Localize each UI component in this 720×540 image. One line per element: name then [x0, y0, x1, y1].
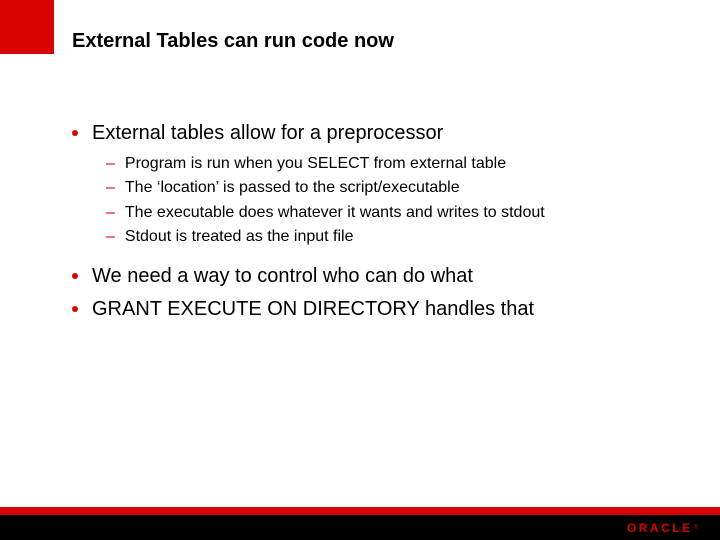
sub-item: – The ‘location’ is passed to the script… [106, 177, 680, 199]
slide: External Tables can run code now Externa… [0, 0, 720, 540]
footer-black-bar: ORACLE® [0, 515, 720, 540]
sub-text: Program is run when you SELECT from exte… [125, 153, 506, 175]
sub-item: – The executable does whatever it wants … [106, 202, 680, 224]
bullet-text: We need a way to control who can do what [92, 263, 473, 290]
bullet-item: External tables allow for a preprocessor [72, 120, 680, 147]
sub-text: Stdout is treated as the input file [125, 226, 354, 248]
oracle-logo: ORACLE® [627, 521, 698, 535]
bullet-text: External tables allow for a preprocessor [92, 120, 443, 147]
bullet-text: GRANT EXECUTE ON DIRECTORY handles that [92, 296, 534, 323]
sub-item: – Stdout is treated as the input file [106, 226, 680, 248]
accent-block [0, 0, 54, 54]
sub-list: – Program is run when you SELECT from ex… [106, 153, 680, 249]
sub-text: The ‘location’ is passed to the script/e… [125, 177, 460, 199]
dash-icon: – [106, 226, 115, 248]
content-area: External tables allow for a preprocessor… [72, 120, 680, 329]
dash-icon: – [106, 153, 115, 175]
registered-icon: ® [694, 525, 698, 531]
oracle-logo-text: ORACLE [627, 521, 693, 535]
bullet-dot-icon [72, 273, 78, 279]
sub-item: – Program is run when you SELECT from ex… [106, 153, 680, 175]
bullet-item: We need a way to control who can do what [72, 263, 680, 290]
bullet-dot-icon [72, 130, 78, 136]
bullet-dot-icon [72, 306, 78, 312]
footer: ORACLE® [0, 507, 720, 540]
slide-title: External Tables can run code now [72, 30, 394, 53]
sub-text: The executable does whatever it wants an… [125, 202, 545, 224]
bullet-item: GRANT EXECUTE ON DIRECTORY handles that [72, 296, 680, 323]
dash-icon: – [106, 202, 115, 224]
dash-icon: – [106, 177, 115, 199]
footer-red-bar [0, 507, 720, 515]
